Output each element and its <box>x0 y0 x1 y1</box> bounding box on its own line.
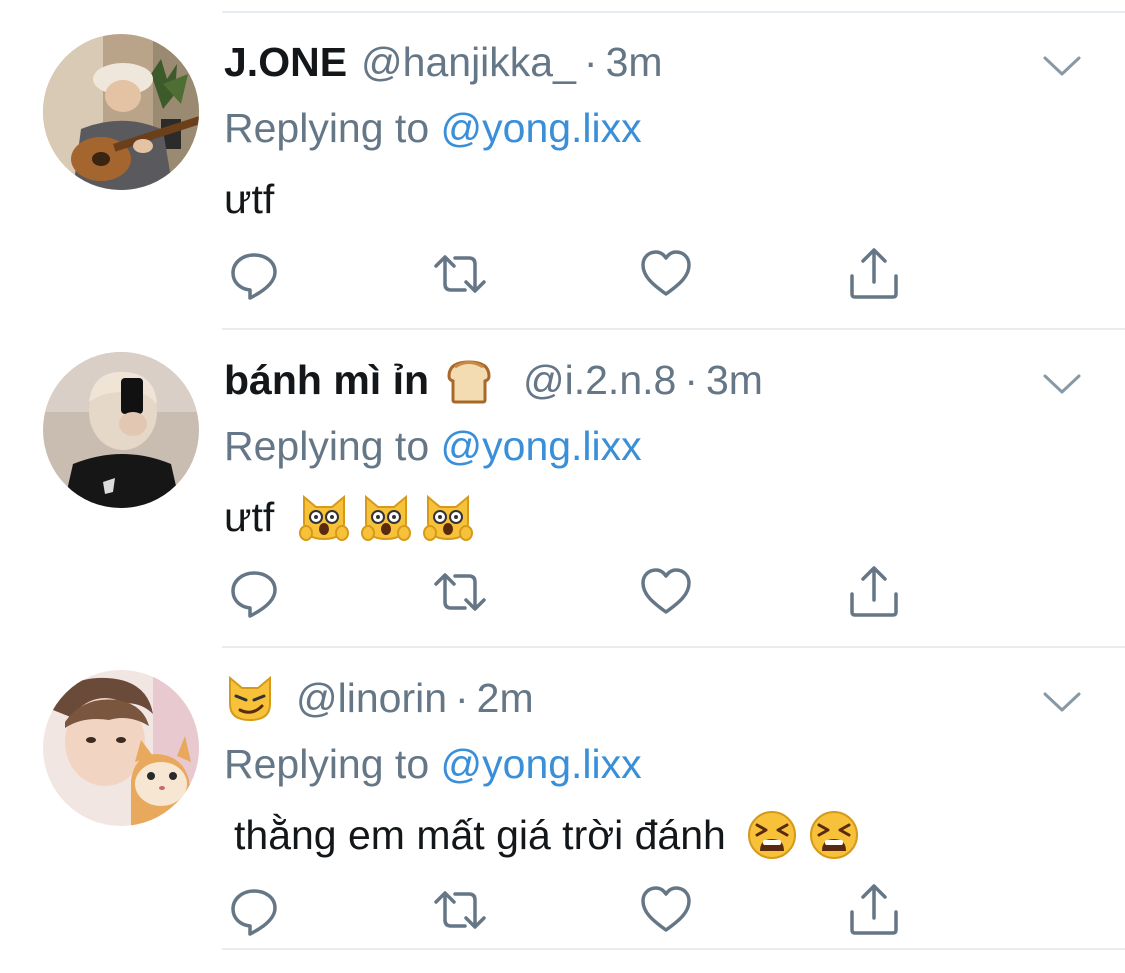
tweet-text: ưtf <box>224 168 274 230</box>
tweet-reply[interactable]: @linorin · 2m Replying to @yong.lixx thằ… <box>0 636 1125 954</box>
reply-to-handle-link[interactable]: @yong.lixx <box>441 423 642 469</box>
tweet-header: bánh mì ỉn @i.2.n.8 · 3m <box>224 350 763 410</box>
like-icon[interactable] <box>638 564 694 620</box>
smirking-cat-emoji-icon <box>229 675 271 722</box>
tweet-reply[interactable]: bánh mì ỉn @i.2.n.8 · 3m Replying to @yo… <box>0 318 1125 648</box>
tweet-divider <box>222 948 1125 950</box>
weary-cat-emoji-icon <box>299 494 350 541</box>
reply-icon[interactable] <box>226 246 282 302</box>
tweet-header: @linorin · 2m <box>224 668 534 728</box>
chevron-down-icon[interactable] <box>1040 52 1084 82</box>
like-icon[interactable] <box>638 882 694 938</box>
guitar-player-avatar-icon <box>43 34 199 190</box>
reply-to-handle-link[interactable]: @yong.lixx <box>441 741 642 787</box>
tweet-text-content: thằng em mất giá trời đánh <box>234 812 726 858</box>
weary-cat-emoji-icon <box>361 494 412 541</box>
replying-to-line: Replying to @yong.lixx <box>224 734 642 794</box>
timestamp[interactable]: 3m <box>606 32 663 92</box>
share-icon[interactable] <box>846 246 902 302</box>
replying-to-label: Replying to <box>224 423 441 469</box>
tweet-header: J.ONE @hanjikka_ · 3m <box>224 32 663 92</box>
tired-face-emoji-icon <box>747 811 796 859</box>
tweet-text: ưtf <box>224 486 474 548</box>
person-with-cat-avatar-icon <box>43 670 199 826</box>
mirror-selfie-avatar-icon <box>43 352 199 508</box>
separator-dot: · <box>455 675 469 721</box>
tweet-text-content: ưtf <box>224 494 275 540</box>
user-handle[interactable]: @i.2.n.8 <box>523 350 676 410</box>
chevron-down-icon[interactable] <box>1040 370 1084 400</box>
separator-dot: · <box>684 357 698 403</box>
tweet-text-content: ưtf <box>224 176 275 222</box>
display-name[interactable]: bánh mì ỉn <box>224 350 429 410</box>
reply-icon[interactable] <box>226 564 282 620</box>
separator-dot: · <box>583 39 598 85</box>
user-handle[interactable]: @linorin <box>296 668 447 728</box>
like-icon[interactable] <box>638 246 694 302</box>
user-handle[interactable]: @hanjikka_ <box>361 32 576 92</box>
weary-cat-emoji-icon <box>423 494 474 541</box>
share-icon[interactable] <box>846 882 902 938</box>
replying-to-label: Replying to <box>224 105 441 151</box>
avatar[interactable] <box>43 352 199 508</box>
display-name[interactable]: J.ONE <box>224 32 347 92</box>
timestamp[interactable]: 2m <box>477 668 534 728</box>
replying-to-line: Replying to @yong.lixx <box>224 98 642 158</box>
replying-to-label: Replying to <box>224 741 441 787</box>
tweet-reply[interactable]: J.ONE @hanjikka_ · 3m Replying to @yong.… <box>0 0 1125 330</box>
replying-to-line: Replying to @yong.lixx <box>224 416 642 476</box>
avatar[interactable] <box>43 670 199 826</box>
retweet-icon[interactable] <box>432 564 488 620</box>
timestamp[interactable]: 3m <box>706 350 763 410</box>
retweet-icon[interactable] <box>432 882 488 938</box>
tired-face-emoji-icon <box>809 811 858 859</box>
share-icon[interactable] <box>846 564 902 620</box>
avatar[interactable] <box>43 34 199 190</box>
reply-icon[interactable] <box>226 882 282 938</box>
bread-emoji-icon <box>447 360 491 404</box>
chevron-down-icon[interactable] <box>1040 688 1084 718</box>
reply-to-handle-link[interactable]: @yong.lixx <box>441 105 642 151</box>
tweet-text: thằng em mất giá trời đánh <box>234 804 860 866</box>
retweet-icon[interactable] <box>432 246 488 302</box>
